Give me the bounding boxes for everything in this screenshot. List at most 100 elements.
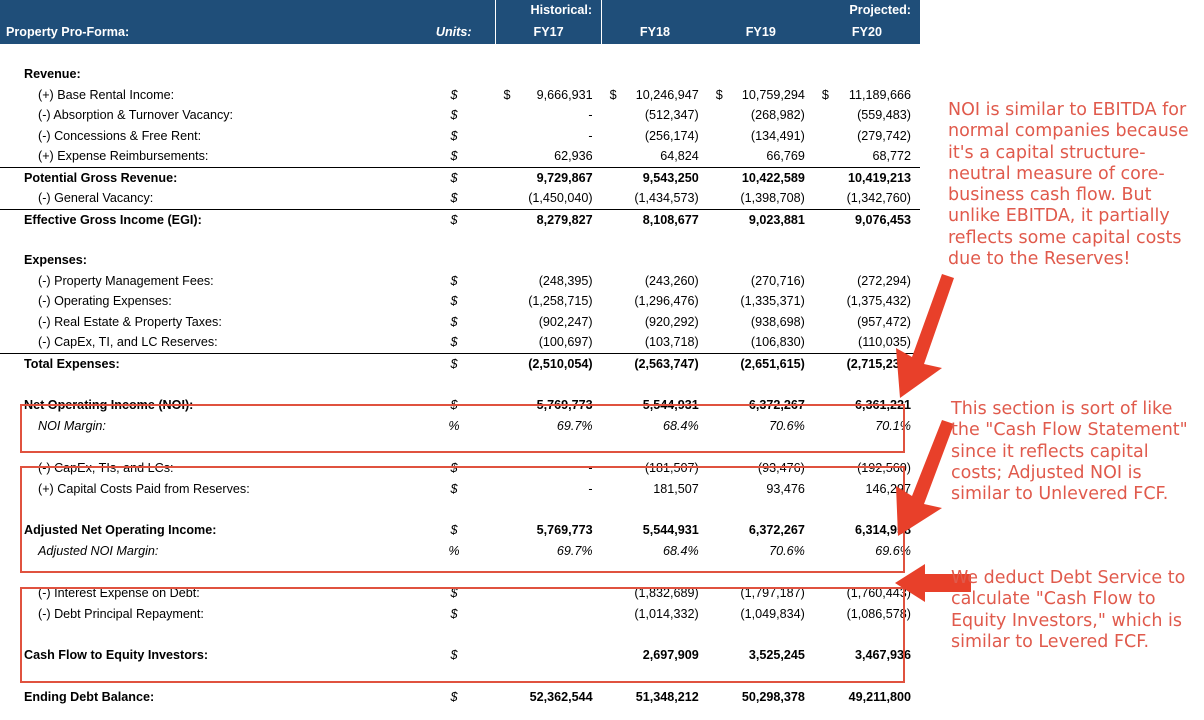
table-row-net-operating-income: Net Operating Income (NOI): $ 5,769,773 …	[0, 394, 920, 416]
cell-fy19: 66,769	[766, 149, 805, 164]
table-row-real-estate-property-taxes: (-) Real Estate & Property Taxes: $ (902…	[0, 312, 920, 333]
table-row-interest-expense-on-debt: (-) Interest Expense on Debt: $ (1,832,6…	[0, 582, 920, 604]
table-row-property-management-fees: (-) Property Management Fees: $ (248,395…	[0, 271, 920, 292]
cell-fy19: (134,491)	[750, 128, 805, 143]
cell-fy17: 62,936	[554, 149, 593, 164]
table-row-ending-debt-balance: Ending Debt Balance: $ 52,362,544 51,348…	[0, 686, 920, 708]
cell-fy17: -	[588, 481, 593, 496]
cell-fy18: (512,347)	[644, 108, 699, 123]
cell-fy19: 50,298,378	[741, 690, 805, 704]
cell-fy20: (1,760,443)	[846, 585, 911, 600]
spacer-after-header	[0, 44, 920, 64]
row-label: (+) Base Rental Income:	[38, 87, 175, 102]
table-row-cash-flow-to-equity-investors: Cash Flow to Equity Investors: $ 2,697,9…	[0, 644, 920, 666]
header-period-fy17: FY17	[495, 20, 603, 44]
cell-fy19: 3,525,245	[748, 648, 805, 662]
cell-fy19: (938,698)	[750, 314, 805, 329]
cell-fy18: 68.4%	[663, 544, 699, 559]
cell-fy18: (103,718)	[644, 335, 699, 350]
cell-fy20: (559,483)	[857, 108, 911, 123]
spacer-before-expenses	[0, 230, 920, 250]
table-row-general-vacancy: (-) General Vacancy: $ (1,450,040) (1,43…	[0, 188, 920, 209]
cell-fy19: 6,372,267	[748, 523, 805, 537]
row-units: $	[450, 87, 458, 102]
header-blank-label	[0, 0, 413, 20]
table-row-debt-principal-repayment: (-) Debt Principal Repayment: $ (1,014,3…	[0, 604, 920, 625]
cell-fy20: 49,211,800	[848, 690, 911, 704]
spacer-after-noi	[0, 437, 920, 457]
header-period-fy19: FY19	[707, 20, 814, 44]
header-projected-spacer-2	[707, 0, 814, 20]
table-row-effective-gross-income: Effective Gross Income (EGI): $ 8,279,82…	[0, 208, 920, 230]
cell-fy17: 5,769,773	[536, 398, 593, 412]
cell-fy17: (1,450,040)	[528, 191, 593, 206]
row-label: Effective Gross Income (EGI):	[0, 208, 413, 230]
cell-fy19: (1,335,371)	[740, 294, 805, 309]
cell-fy20: (279,742)	[857, 128, 911, 143]
row-units: $	[450, 398, 458, 412]
cell-fy20: 70.1%	[875, 419, 911, 434]
cell-fy18: 5,544,931	[642, 523, 699, 537]
cell-fy17: (100,697)	[538, 335, 593, 350]
cell-fy19: (268,982)	[750, 108, 805, 123]
expenses-title: Expenses:	[24, 253, 87, 268]
cell-fy19: (1,398,708)	[740, 191, 805, 206]
row-units: $	[412, 166, 496, 188]
cell-fy20: 3,467,936	[854, 648, 911, 662]
spacer-before-ending-debt	[0, 666, 920, 686]
header-blank-units	[412, 0, 496, 20]
row-label: (-) Operating Expenses:	[38, 294, 172, 309]
cell-fy19: (270,716)	[750, 273, 805, 288]
cell-fy17	[496, 644, 602, 666]
cell-fy19: 9,023,881	[707, 208, 814, 230]
cell-fy18: (256,174)	[644, 128, 699, 143]
row-label: (-) Debt Principal Repayment:	[38, 606, 204, 621]
cell-fy20: 146,297	[865, 481, 911, 496]
table-row-operating-expenses: (-) Operating Expenses: $ (1,258,715) (1…	[0, 291, 920, 312]
cell-fy20: 6,314,958	[854, 523, 911, 537]
cell-fy20: 69.6%	[875, 544, 911, 559]
cell-fy18: $10,246,947	[602, 85, 708, 106]
spacer-within-adjusted-noi	[0, 499, 920, 519]
cell-fy20: (272,294)	[857, 273, 911, 288]
spacer-before-noi	[0, 374, 920, 394]
cell-fy19: 70.6%	[769, 544, 805, 559]
cell-fy19: (1,049,834)	[740, 606, 805, 621]
cell-fy17: -	[588, 460, 593, 475]
row-units: $	[412, 352, 496, 374]
row-label: Potential Gross Revenue:	[0, 166, 413, 188]
cell-fy20: $11,189,666	[814, 85, 920, 106]
header-projected-label: Projected:	[813, 0, 920, 20]
cell-fy17: 69.7%	[556, 544, 593, 559]
row-units: $	[450, 191, 458, 206]
row-label: Ending Debt Balance:	[24, 690, 155, 704]
row-units: $	[450, 128, 458, 143]
section-heading-expenses: Expenses:	[0, 250, 920, 271]
cell-fy17: 52,362,544	[529, 690, 593, 704]
cell-fy17: 5,769,773	[536, 523, 593, 537]
row-units: $	[450, 335, 458, 350]
row-units: $	[450, 294, 458, 309]
dollar-sign: $	[821, 87, 829, 102]
cell-fy17	[496, 582, 602, 604]
cell-fy18: 181,507	[653, 481, 699, 496]
row-label: Adjusted Net Operating Income:	[24, 523, 217, 537]
table-row-expense-reimbursements: (+) Expense Reimbursements: $ 62,936 64,…	[0, 146, 920, 167]
row-label: (-) CapEx, TI, and LC Reserves:	[38, 335, 218, 350]
cell-value: 10,246,947	[635, 87, 699, 102]
cell-fy19: 70.6%	[769, 419, 805, 434]
header-projected-spacer-1	[601, 0, 708, 20]
cell-fy18: 68.4%	[663, 419, 699, 434]
page-title: Property Pro-Forma:	[0, 20, 413, 44]
section-heading-revenue: Revenue:	[0, 64, 920, 85]
cell-fy18: 5,544,931	[642, 398, 699, 412]
spacer-after-adjusted-noi	[0, 562, 920, 582]
cell-fy19: 93,476	[766, 481, 805, 496]
cell-fy17: 8,279,827	[495, 208, 602, 230]
row-units: $	[450, 606, 458, 621]
cell-fy18: 9,543,250	[601, 166, 708, 188]
cell-fy18: (1,296,476)	[634, 294, 699, 309]
row-units: $	[450, 460, 458, 475]
cell-fy20: (110,035)	[858, 335, 911, 350]
cell-fy17: (248,395)	[538, 273, 593, 288]
